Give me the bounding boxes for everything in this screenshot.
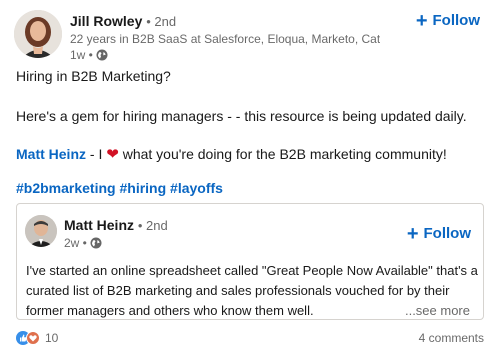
reaction-count: 10	[45, 331, 59, 345]
shared-post-text: I've started an online spreadsheet calle…	[26, 261, 478, 321]
shared-follow-label: Follow	[423, 225, 472, 242]
shared-author-line: Matt Heinz • 2nd	[64, 216, 168, 235]
plus-icon: +	[406, 223, 419, 245]
shared-text-line: I've started an online spreadsheet calle…	[26, 263, 478, 278]
shared-author-info: Matt Heinz • 2nd 2w •	[64, 216, 168, 251]
hashtag-line: #b2bmarketing #hiring #layoffs	[16, 178, 223, 198]
hashtag-link[interactable]: #b2bmarketing	[16, 180, 116, 196]
post-text-line-2: Here's a gem for hiring managers - - thi…	[16, 108, 467, 124]
author-name[interactable]: Jill Rowley	[70, 13, 142, 29]
hashtag-link[interactable]: #layoffs	[170, 180, 223, 196]
follow-label: Follow	[432, 12, 481, 29]
post-header: Jill Rowley • 2nd 22 years in B2B SaaS a…	[14, 10, 488, 66]
post-text-line-1: Hiring in B2B Marketing?	[16, 68, 171, 84]
text-fragment: what you're doing for the B2B marketing …	[118, 146, 447, 162]
post-meta: 1w •	[70, 47, 380, 63]
see-more-link[interactable]: ...see more	[405, 301, 470, 321]
text-fragment: - I	[86, 146, 107, 162]
author-line: Jill Rowley • 2nd	[70, 12, 380, 31]
follow-button[interactable]: + Follow	[416, 10, 480, 32]
plus-icon: +	[415, 10, 428, 32]
reactions-count-button[interactable]: 10	[16, 331, 58, 345]
feed-post-card: Jill Rowley • 2nd 22 years in B2B SaaS a…	[0, 0, 500, 353]
author-info: Jill Rowley • 2nd 22 years in B2B SaaS a…	[70, 12, 380, 63]
mention-link[interactable]: Matt Heinz	[16, 146, 86, 162]
post-text-line-3: Matt Heinz - I ❤ what you're doing for t…	[16, 144, 447, 165]
shared-author-name[interactable]: Matt Heinz	[64, 217, 134, 233]
love-reaction-icon	[26, 331, 40, 345]
shared-text-line: curated list of B2B marketing and sales …	[26, 283, 450, 298]
heart-icon: ❤	[106, 146, 119, 163]
reaction-icons	[16, 331, 40, 345]
shared-follow-button[interactable]: + Follow	[407, 223, 471, 245]
comments-count-button[interactable]: 4 comments	[419, 331, 484, 345]
connection-degree: • 2nd	[146, 14, 177, 29]
shared-author-avatar[interactable]	[25, 215, 57, 247]
social-counts: 10 4 comments	[16, 331, 484, 351]
shared-post-time: 2w •	[64, 236, 87, 250]
author-headline: 22 years in B2B SaaS at Salesforce, Eloq…	[70, 32, 380, 46]
shared-post[interactable]: Matt Heinz • 2nd 2w • + Follow I've star…	[16, 203, 484, 320]
hashtag-link[interactable]: #hiring	[119, 180, 166, 196]
author-avatar[interactable]	[14, 10, 62, 58]
shared-connection-degree: • 2nd	[137, 218, 168, 233]
post-time: 1w •	[70, 48, 93, 62]
globe-icon	[96, 49, 108, 61]
globe-icon	[90, 237, 102, 249]
shared-post-meta: 2w •	[64, 235, 168, 251]
